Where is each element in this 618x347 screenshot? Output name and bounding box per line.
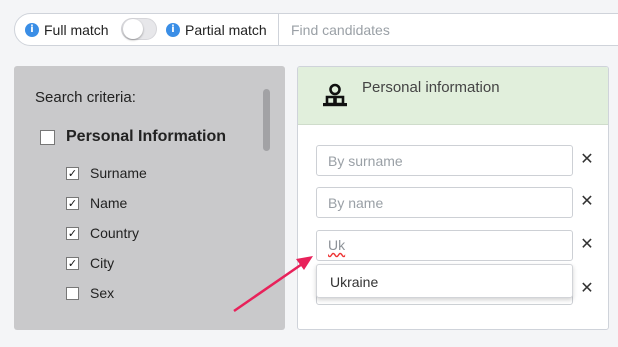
criteria-item-label: Name <box>90 195 128 211</box>
name-input[interactable] <box>316 187 573 218</box>
group-checkbox[interactable] <box>40 129 55 145</box>
criteria-item-surname[interactable]: ✓ Surname <box>66 165 147 181</box>
name-checkbox[interactable]: ✓ <box>66 196 79 210</box>
close-icon[interactable]: ✕ <box>580 236 594 252</box>
search-criteria-panel: Search criteria: Personal Information ✓ … <box>14 66 285 330</box>
close-icon[interactable]: ✕ <box>580 193 594 209</box>
surname-checkbox[interactable]: ✓ <box>66 166 79 180</box>
close-icon[interactable]: ✕ <box>580 280 594 296</box>
suggestion-ukraine[interactable]: Ukraine <box>330 274 378 290</box>
criteria-item-label: Country <box>90 225 140 241</box>
criteria-item-city[interactable]: ✓ City <box>66 255 114 271</box>
sex-checkbox[interactable] <box>66 286 79 300</box>
criteria-item-sex[interactable]: Sex <box>66 285 114 301</box>
find-candidates-input[interactable] <box>279 14 609 45</box>
criteria-item-label: Sex <box>90 285 115 301</box>
person-icon <box>323 83 347 107</box>
panel-title: Personal information <box>362 79 500 96</box>
info-icon[interactable]: i <box>25 22 39 37</box>
toggle-knob[interactable] <box>123 19 143 39</box>
scrollbar[interactable] <box>263 89 270 151</box>
partial-match-option[interactable]: i Partial match <box>166 14 267 45</box>
group-personal-information[interactable]: Personal Information <box>40 128 226 146</box>
city-checkbox[interactable]: ✓ <box>66 256 79 270</box>
criteria-item-label: City <box>90 255 115 271</box>
info-icon[interactable]: i <box>166 22 180 37</box>
full-match-option[interactable]: i Full match <box>25 14 109 45</box>
criteria-title: Search criteria: <box>35 89 136 106</box>
partial-match-label[interactable]: Partial match <box>185 22 267 38</box>
criteria-item-country[interactable]: ✓ Country <box>66 225 139 241</box>
match-mode-toggle[interactable] <box>121 18 157 40</box>
criteria-item-name[interactable]: ✓ Name <box>66 195 127 211</box>
criteria-item-label: Surname <box>90 165 147 181</box>
close-icon[interactable]: ✕ <box>580 151 594 167</box>
country-checkbox[interactable]: ✓ <box>66 226 79 240</box>
group-label: Personal Information <box>66 128 227 145</box>
panel-header: Personal information <box>298 67 608 125</box>
autocomplete-dropdown: Ukraine <box>316 264 573 298</box>
country-input[interactable] <box>316 230 573 261</box>
surname-input[interactable] <box>316 145 573 176</box>
personal-information-panel: Personal information ✕ ✕ Uk ✕ ✕ Ukraine <box>297 66 609 330</box>
search-bar: i Full match i Partial match <box>14 13 618 46</box>
full-match-label[interactable]: Full match <box>44 22 109 38</box>
